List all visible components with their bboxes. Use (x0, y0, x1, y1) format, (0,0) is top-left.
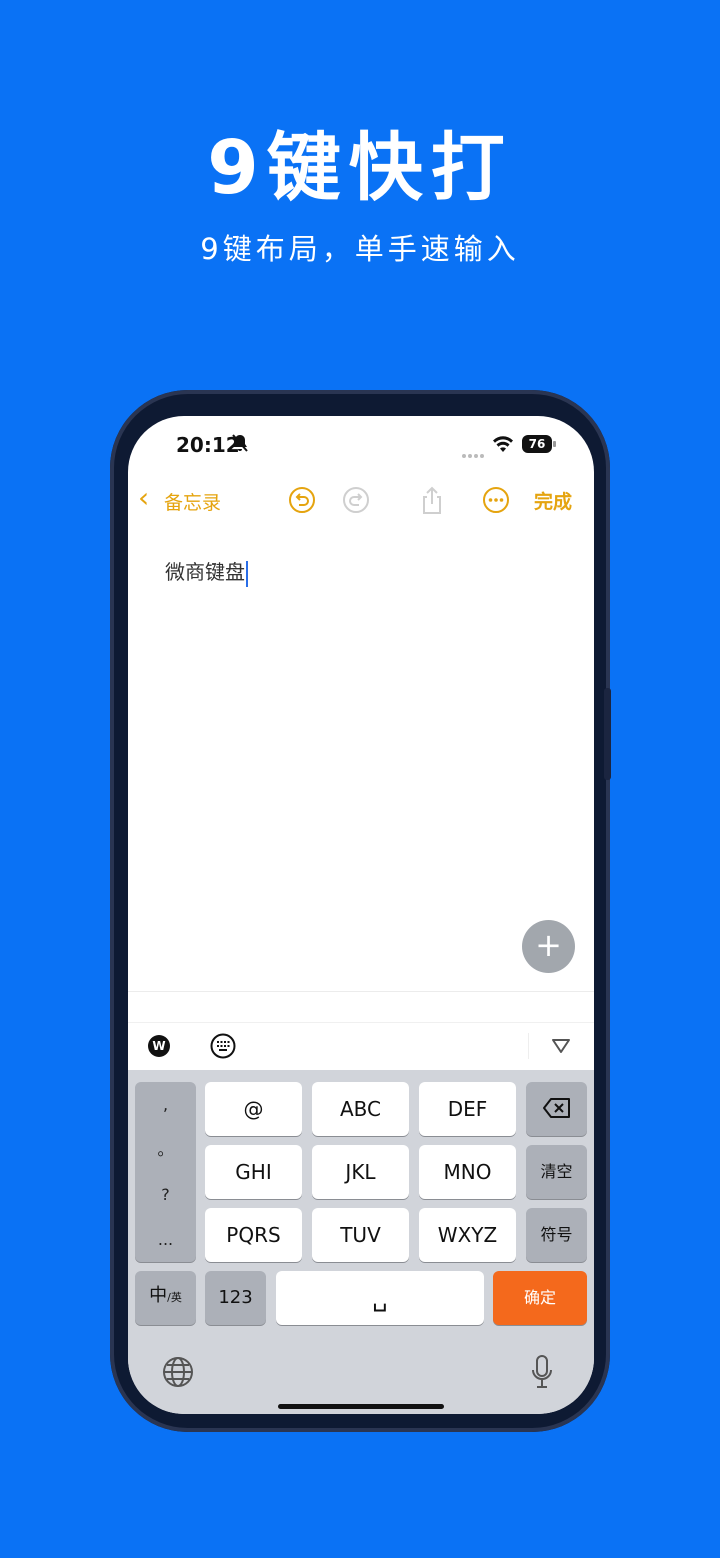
backspace-key[interactable] (526, 1082, 587, 1136)
key-abc[interactable]: ABC (312, 1082, 409, 1136)
globe-icon[interactable] (162, 1356, 194, 1392)
add-button[interactable]: + (522, 920, 575, 973)
note-editor[interactable]: 微商键盘 (165, 556, 248, 587)
keyboard-toolbar: W (128, 1022, 594, 1070)
battery-indicator: 76 (522, 435, 556, 453)
promo-subtitle: 9键布局，单手速输入 (200, 232, 520, 266)
lang-sub-label: /英 (167, 1291, 182, 1304)
toolbar-divider (528, 1033, 529, 1059)
key-wxyz[interactable]: WXYZ (419, 1208, 516, 1262)
clear-key[interactable]: 清空 (526, 1145, 587, 1199)
symbol-key[interactable]: 符号 (526, 1208, 587, 1262)
punctuation-key[interactable]: ? (135, 1172, 196, 1217)
lang-main-label: 中 (149, 1285, 168, 1306)
app-logo-icon[interactable]: W (148, 1035, 170, 1057)
phone-screen: 20:12 76 ‹ 备忘录 完成 微商键盘 + W , 。 ? ... @ A… (128, 416, 594, 1414)
punctuation-column[interactable]: , 。 ? ... (135, 1082, 196, 1262)
punctuation-key[interactable]: 。 (135, 1127, 196, 1172)
undo-icon[interactable] (288, 486, 316, 514)
divider (128, 991, 594, 992)
hide-keyboard-icon[interactable] (550, 1037, 572, 1059)
wifi-icon (492, 435, 514, 457)
key-ghi[interactable]: GHI (205, 1145, 302, 1199)
more-icon[interactable] (482, 486, 510, 514)
back-button[interactable]: 备忘录 (164, 488, 221, 515)
nine-key-keyboard: , 。 ? ... @ ABC DEF GHI JKL MNO 清空 PQRS … (128, 1070, 594, 1414)
key-at[interactable]: @ (205, 1082, 302, 1136)
lang-switch-key[interactable]: 中/英 (135, 1271, 196, 1325)
punctuation-key[interactable]: ... (135, 1217, 196, 1262)
microphone-icon[interactable] (530, 1354, 554, 1394)
status-time: 20:12 (176, 433, 240, 457)
done-button[interactable]: 完成 (534, 487, 572, 514)
backspace-icon (542, 1098, 570, 1118)
keyboard-icon[interactable] (210, 1033, 236, 1063)
text-cursor (246, 560, 248, 587)
redo-icon[interactable] (342, 486, 370, 514)
note-content: 微商键盘 (165, 560, 245, 584)
notes-nav-bar: ‹ 备忘录 完成 (128, 480, 594, 520)
key-jkl[interactable]: JKL (312, 1145, 409, 1199)
signal-dots-icon (462, 443, 486, 462)
number-key[interactable]: 123 (205, 1271, 266, 1325)
space-key[interactable]: ␣ (276, 1271, 484, 1325)
key-tuv[interactable]: TUV (312, 1208, 409, 1262)
share-icon[interactable] (418, 486, 446, 514)
punctuation-key[interactable]: , (135, 1082, 196, 1127)
confirm-key[interactable]: 确定 (493, 1271, 587, 1325)
key-def[interactable]: DEF (419, 1082, 516, 1136)
promo-title: 9键快打 (207, 125, 513, 211)
phone-side-button (604, 688, 611, 780)
mute-bell-icon (232, 434, 248, 456)
home-indicator (278, 1404, 444, 1409)
back-chevron-icon[interactable]: ‹ (138, 484, 149, 512)
key-pqrs[interactable]: PQRS (205, 1208, 302, 1262)
key-mno[interactable]: MNO (419, 1145, 516, 1199)
